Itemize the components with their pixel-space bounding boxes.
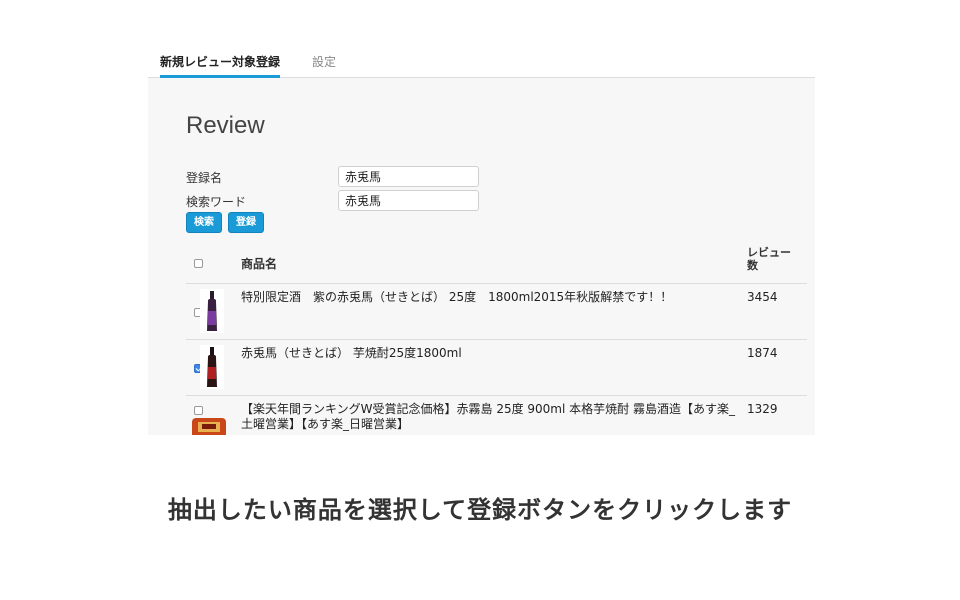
search-keyword-label: 検索ワード: [186, 195, 247, 209]
table-row[interactable]: 赤兎馬（せきとば） 芋焼酎25度1800ml 1874: [186, 340, 807, 396]
product-thumbnail: [200, 289, 224, 333]
tab-bar: 新規レビュー対象登録 設定: [148, 44, 815, 78]
main-panel: Review 登録名 検索ワード 検索 登録 商品名 レビュー数 特別限定酒 紫…: [148, 78, 815, 435]
product-thumbnail: [200, 345, 224, 389]
tab-new-review-target[interactable]: 新規レビュー対象登録: [160, 54, 281, 78]
product-thumbnail: [192, 418, 226, 435]
review-count: 3454: [747, 290, 778, 304]
registration-name-input[interactable]: [338, 166, 479, 187]
product-name: 赤兎馬（せきとば） 芋焼酎25度1800ml: [241, 346, 462, 360]
table-header: 商品名 レビュー数: [186, 242, 807, 284]
select-all-checkbox[interactable]: [194, 259, 203, 268]
register-button[interactable]: 登録: [228, 212, 264, 233]
table-row[interactable]: 特別限定酒 紫の赤兎馬（せきとば） 25度 1800ml2015年秋版解禁です！…: [186, 284, 807, 340]
review-count: 1329: [747, 402, 778, 416]
product-table: 商品名 レビュー数 特別限定酒 紫の赤兎馬（せきとば） 25度 1800ml20…: [186, 242, 807, 435]
tab-settings[interactable]: 設定: [312, 54, 336, 78]
product-name: 【楽天年間ランキングW受賞記念価格】赤霧島 25度 900ml 本格芋焼酎 霧島…: [241, 402, 735, 431]
column-header-name: 商品名: [241, 257, 278, 271]
instruction-caption: 抽出したい商品を選択して登録ボタンをクリックします: [167, 496, 793, 524]
column-header-review-count: レビュー数: [747, 246, 791, 272]
registration-name-label: 登録名: [186, 171, 223, 185]
page-title: Review: [186, 112, 265, 139]
table-row[interactable]: 【楽天年間ランキングW受賞記念価格】赤霧島 25度 900ml 本格芋焼酎 霧島…: [186, 396, 807, 435]
review-count: 1874: [747, 346, 778, 360]
product-name: 特別限定酒 紫の赤兎馬（せきとば） 25度 1800ml2015年秋版解禁です！…: [241, 290, 673, 304]
row-checkbox[interactable]: [194, 406, 203, 415]
search-keyword-input[interactable]: [338, 190, 479, 211]
search-button[interactable]: 検索: [186, 212, 222, 233]
